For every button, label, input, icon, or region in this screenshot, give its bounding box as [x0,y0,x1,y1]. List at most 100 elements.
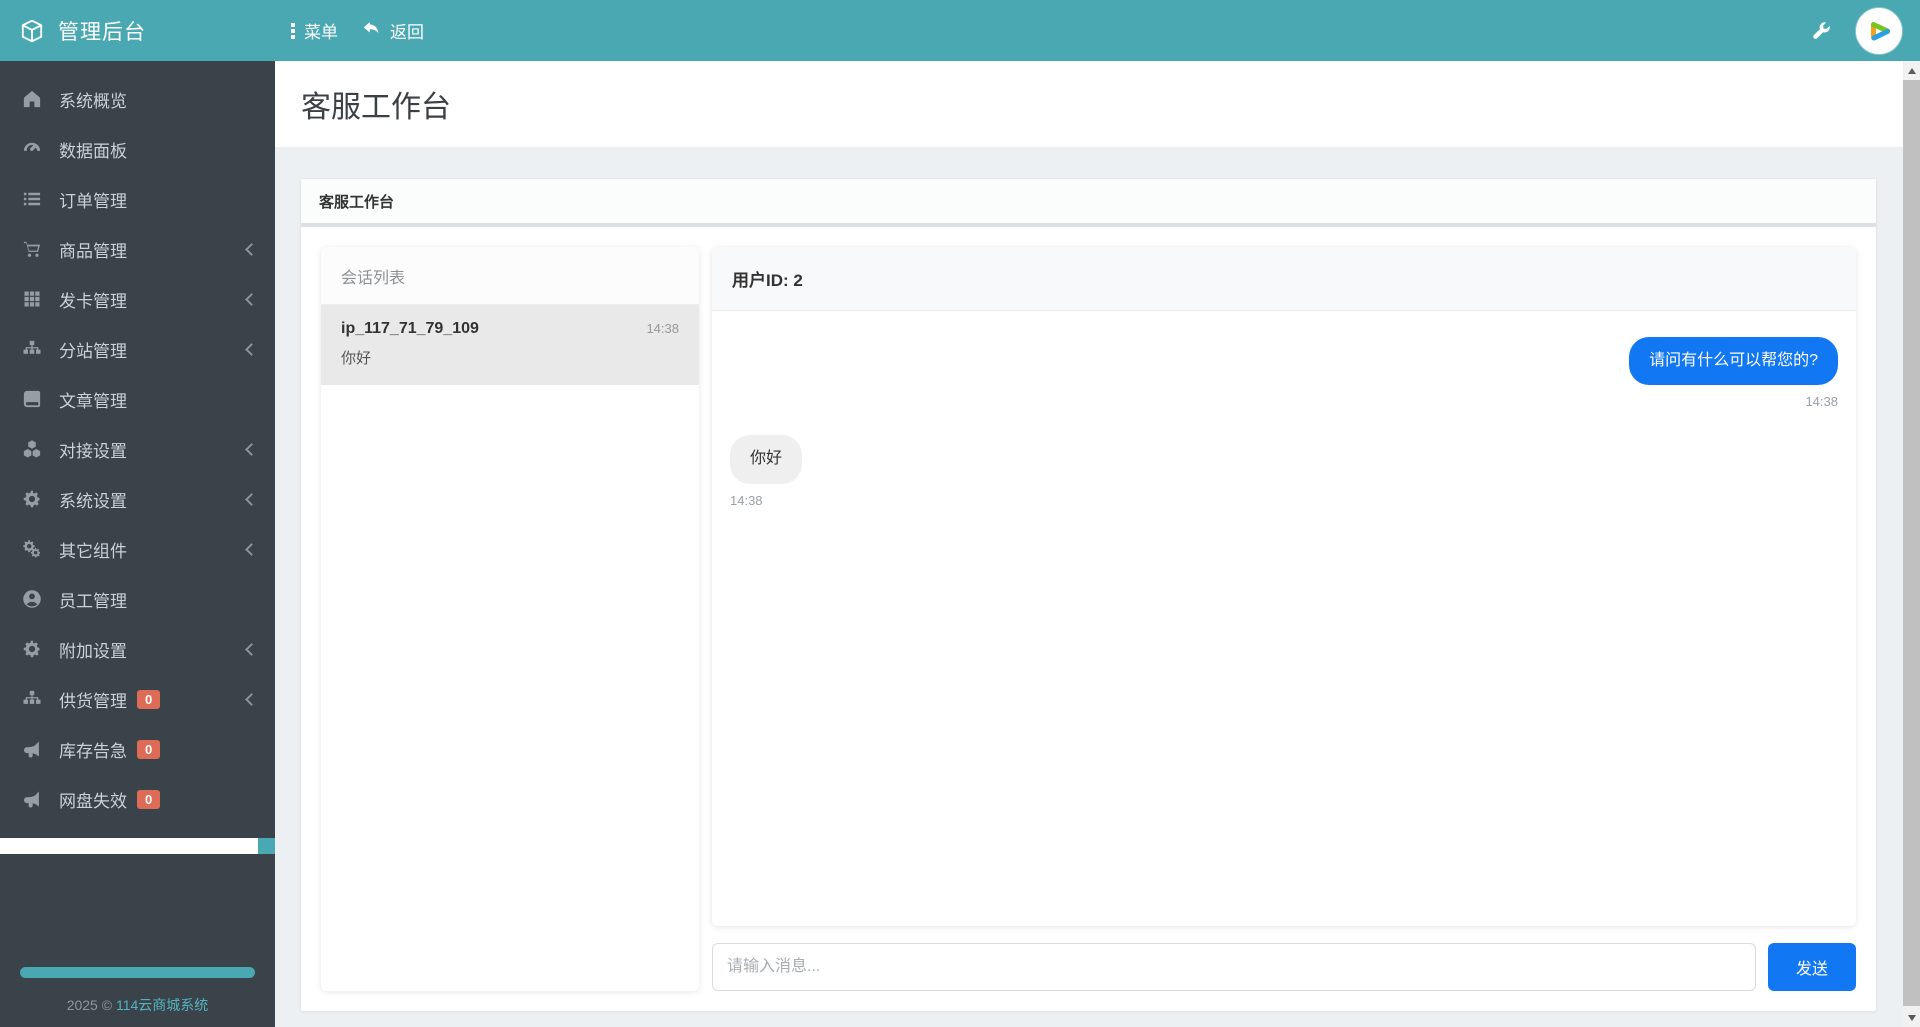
chat-footer: 发送 [712,943,1856,991]
sidebar-item-label: 对接设置 [59,441,127,461]
chat-message-left: 你好 14:38 [730,435,1838,508]
sidebar-item-label: 商品管理 [59,241,127,261]
sidebar-item-label: 其它组件 [59,541,127,561]
message-area: 请问有什么可以帮您的? 14:38 你好 14:38 [712,311,1856,926]
conversation-time: 14:38 [646,321,679,336]
message-time: 14:38 [1805,394,1838,410]
sidebar-scroll-corner [258,838,275,854]
cube-logo-icon [19,18,45,44]
sidebar-item-label: 员工管理 [59,591,127,611]
chat-layout: 会话列表 ip_117_71_79_109 14:38 你好 用户ID: 2 请问有… [321,247,1856,991]
sidebar-item-6[interactable]: 文章管理 [0,374,275,424]
count-badge: 0 [137,789,161,809]
chevron-left-icon [245,694,255,704]
menu-toggle-button[interactable]: 菜单 [291,18,338,43]
panel-header: 客服工作台 [301,179,1876,227]
topbar-right [1811,7,1920,54]
conversation-item[interactable]: ip_117_71_79_109 14:38 你好 [321,305,699,385]
bullhorn-icon [22,739,42,759]
back-label: 返回 [390,23,424,42]
content-body: 客服工作台 会话列表 ip_117_71_79_109 14:38 你好 用户ID:… [275,147,1903,1027]
user-icon [22,589,42,609]
sidebar-item-2[interactable]: 订单管理 [0,174,275,224]
count-badge: 0 [137,689,161,709]
chevron-left-icon [245,294,255,304]
message-input[interactable] [712,943,1756,991]
content: 客服工作台 客服工作台 会话列表 ip_117_71_79_109 14:38 你好 [275,61,1903,1027]
message-bubble: 你好 [730,435,803,484]
conversation-preview: 你好 [341,350,372,367]
chevron-left-icon [245,644,255,654]
copyright-link[interactable]: 114云商城系统 [116,997,208,1013]
back-arrow-icon [362,19,381,43]
sidebar-item-7[interactable]: 对接设置 [0,424,275,474]
sidebar-item-9[interactable]: 其它组件 [0,524,275,574]
topbar: 管理后台 菜单 返回 [0,0,1920,61]
sidebar-item-13[interactable]: 库存告急 0 [0,724,275,774]
sidebar-item-10[interactable]: 员工管理 [0,574,275,624]
scrollbar-thumb[interactable] [1903,80,1920,1006]
sidebar-item-0[interactable]: 系统概览 [0,74,275,124]
sidebar-item-12[interactable]: 供货管理 0 [0,674,275,724]
conversation-name: ip_117_71_79_109 [341,320,479,337]
chat-header: 用户ID: 2 [712,247,1856,311]
sidebar-menu: 系统概览数据面板订单管理商品管理发卡管理分站管理文章管理对接设置系统设置其它组件… [0,61,275,824]
copyright: 2025 © 114云商城系统 [0,995,275,1015]
chevron-left-icon [245,244,255,254]
sidebar-item-label: 供货管理 [59,691,127,711]
sidebar-item-label: 数据面板 [59,141,127,161]
scroll-up-arrow[interactable] [1903,61,1920,80]
grid-icon [22,289,42,309]
avatar[interactable] [1856,7,1902,54]
back-button[interactable]: 返回 [362,18,424,43]
cubes-icon [22,439,42,459]
sidebar-item-8[interactable]: 系统设置 [0,474,275,524]
sidebar: 系统概览数据面板订单管理商品管理发卡管理分站管理文章管理对接设置系统设置其它组件… [0,61,275,1027]
home-icon [22,89,42,109]
chevron-left-icon [245,444,255,454]
sidebar-progress-bar [20,967,255,978]
topbar-nav: 菜单 返回 [275,18,424,43]
scroll-down-arrow[interactable] [1903,1008,1920,1027]
sidebar-item-label: 网盘失效 [59,791,127,811]
sidebar-item-3[interactable]: 商品管理 [0,224,275,274]
sidebar-item-1[interactable]: 数据面板 [0,124,275,174]
panel-body: 会话列表 ip_117_71_79_109 14:38 你好 用户ID: 2 请问有… [301,227,1876,1011]
chat-card: 用户ID: 2 请问有什么可以帮您的? 14:38 你好 14:38 [712,247,1856,926]
conversation-list: ip_117_71_79_109 14:38 你好 [321,305,699,385]
app-root: 管理后台 菜单 返回 系统概览 数据面板 订单管理 商品管理 发卡管理 分站管理… [0,0,1920,1027]
sidebar-item-label: 文章管理 [59,391,127,411]
cart-icon [22,239,42,259]
conversation-list-title: 会话列表 [321,247,699,305]
message-bubble: 请问有什么可以帮您的? [1629,337,1838,386]
cogs-icon [22,539,42,559]
sidebar-item-label: 库存告急 [59,741,127,761]
send-button[interactable]: 发送 [1768,943,1856,991]
sidebar-bottom: 2025 © 114云商城系统 [0,967,275,1027]
wrench-icon[interactable] [1811,20,1832,41]
page-title: 客服工作台 [301,91,451,124]
workbench-panel: 客服工作台 会话列表 ip_117_71_79_109 14:38 你好 用户ID:… [300,178,1877,1012]
title-band: 客服工作台 [275,61,1903,147]
chat-column: 用户ID: 2 请问有什么可以帮您的? 14:38 你好 14:38 发送 [712,247,1856,991]
sidebar-item-11[interactable]: 附加设置 [0,624,275,674]
chevron-left-icon [245,494,255,504]
sidebar-item-5[interactable]: 分站管理 [0,324,275,374]
book-icon [22,389,42,409]
body-row: 系统概览数据面板订单管理商品管理发卡管理分站管理文章管理对接设置系统设置其它组件… [0,61,1920,1027]
sidebar-item-label: 分站管理 [59,341,127,361]
conversation-list-card: 会话列表 ip_117_71_79_109 14:38 你好 [321,247,699,991]
gear-icon [22,489,42,509]
list-icon [22,189,42,209]
sidebar-item-label: 系统概览 [59,91,127,111]
sitemap-icon [22,339,42,359]
sidebar-item-label: 附加设置 [59,641,127,661]
sidebar-item-4[interactable]: 发卡管理 [0,274,275,324]
brand: 管理后台 [0,16,275,46]
chevron-left-icon [245,344,255,354]
sidebar-item-14[interactable]: 网盘失效 0 [0,774,275,824]
main-column: 管理后台 菜单 返回 系统概览 数据面板 订单管理 商品管理 发卡管理 分站管理… [0,0,1920,1027]
scrollbar [1903,61,1920,1027]
count-badge: 0 [137,739,161,759]
gear-icon [22,639,42,659]
